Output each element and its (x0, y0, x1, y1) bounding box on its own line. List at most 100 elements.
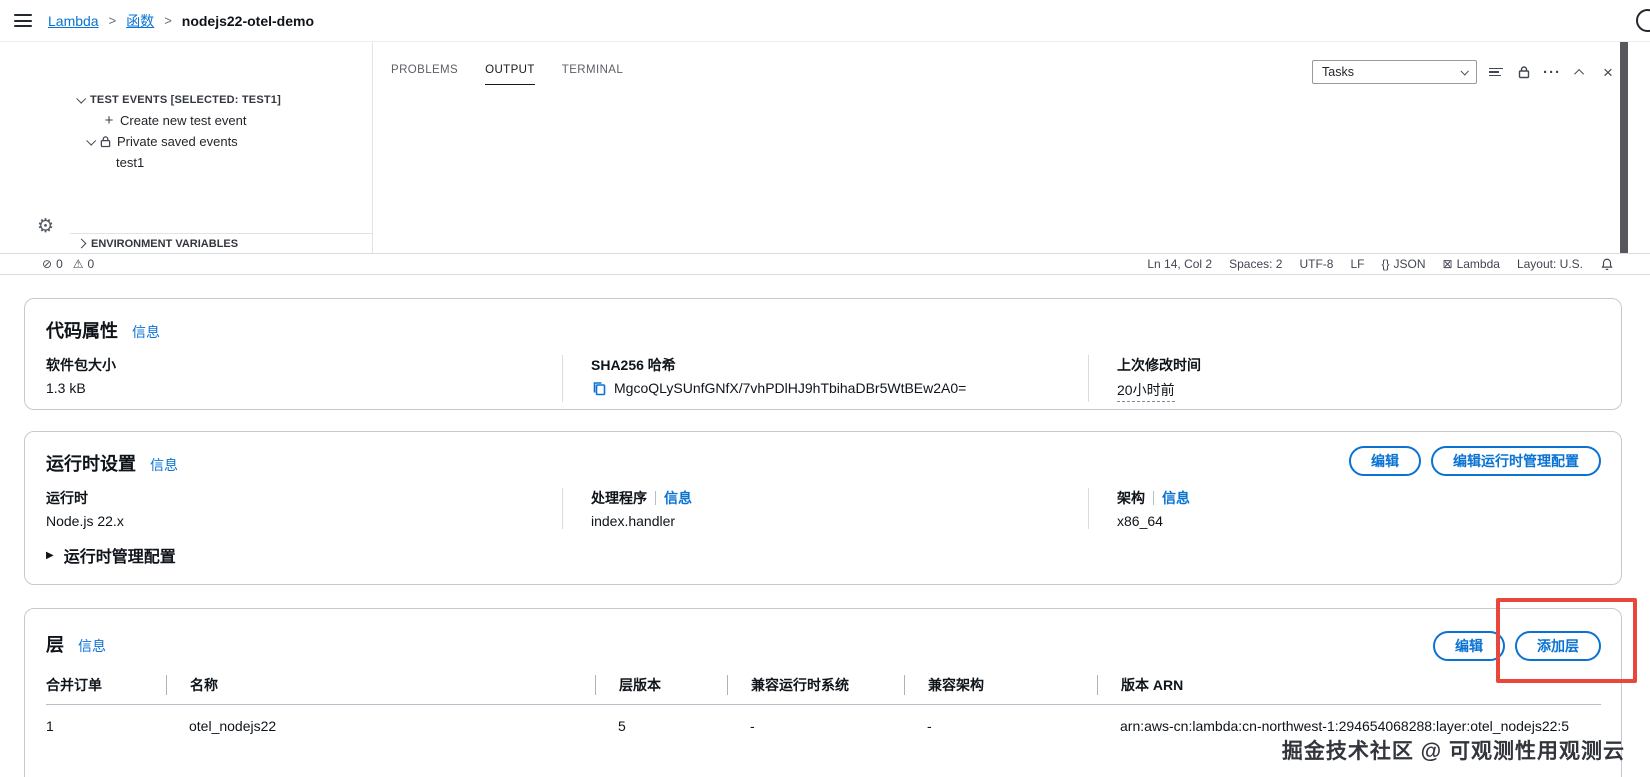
runtime-label: 运行时 (46, 490, 88, 506)
edit-runtime-management-button[interactable]: 编辑运行时管理配置 (1431, 446, 1601, 476)
code-properties-title: 代码属性 (46, 321, 118, 341)
test1-label: test1 (116, 155, 145, 170)
environment-variables-label: ENVIRONMENT VARIABLES (91, 237, 239, 250)
lambda-extension-status[interactable]: ⊠ Lambda (1443, 257, 1500, 271)
layers-table-row: 1 otel_nodejs22 5 - - arn:aws-cn:lambda:… (46, 705, 1601, 734)
panel-tabs: PROBLEMS OUTPUT TERMINAL (391, 64, 623, 85)
chevron-right-icon (76, 238, 87, 249)
last-modified-value[interactable]: 20小时前 (1117, 380, 1175, 402)
sha256-field: SHA256 哈希 MgcoQLySUnfGNfX/7vhPDlHJ9hTbih… (562, 355, 1088, 402)
cell-merge-order: 1 (46, 718, 54, 734)
breadcrumb-current-function: nodejs22-otel-demo (181, 12, 315, 29)
encoding-setting[interactable]: UTF-8 (1299, 257, 1333, 271)
tab-terminal[interactable]: TERMINAL (562, 64, 623, 85)
info-link[interactable]: 信息 (132, 322, 160, 342)
problems-summary[interactable]: ⊘ 0 ⚠ 0 (42, 257, 94, 271)
tree-item-create-test-event[interactable]: + Create new test event (70, 110, 372, 131)
tree-section-environment-variables[interactable]: ENVIRONMENT VARIABLES (70, 233, 372, 253)
error-icon: ⊘ (42, 257, 53, 271)
architecture-label: 架构 (1117, 490, 1145, 506)
tree-item-private-saved-events[interactable]: Private saved events (70, 131, 372, 152)
watermark-text: 掘金技术社区 @ 可观测性用观测云 (1281, 740, 1625, 763)
lambda-label: Lambda (1456, 257, 1500, 271)
code-properties-card: 代码属性 信息 软件包大小 1.3 kB SHA256 哈希 MgcoQLySU… (24, 298, 1622, 410)
runtime-settings-title: 运行时设置 (46, 454, 136, 474)
architecture-value: x86_64 (1117, 513, 1163, 529)
maximize-panel-icon[interactable] (1571, 63, 1589, 81)
warning-count: 0 (87, 257, 95, 271)
lambda-box-icon: ⊠ (1442, 257, 1453, 271)
more-actions-icon[interactable]: ··· (1543, 63, 1561, 81)
language-label: JSON (1393, 257, 1426, 271)
cell-layer-version: 5 (618, 718, 626, 734)
settings-gear-icon[interactable]: ⚙ (37, 217, 54, 236)
warning-icon: ⚠ (72, 257, 84, 271)
last-modified-label: 上次修改时间 (1117, 357, 1201, 373)
label-divider (1153, 491, 1154, 505)
copy-icon[interactable] (591, 380, 607, 396)
col-version-arn: 版本 ARN (1097, 675, 1601, 695)
expander-triangle-icon: ▶ (46, 549, 54, 561)
private-saved-events-label: Private saved events (117, 134, 238, 149)
breadcrumb-functions-link[interactable]: 函数 (126, 11, 154, 31)
cell-version-arn[interactable]: arn:aws-cn:lambda:cn-northwest-1:2946540… (1120, 718, 1570, 734)
eol-setting[interactable]: LF (1350, 257, 1364, 271)
notifications-bell-icon[interactable] (1600, 257, 1614, 272)
label-divider (655, 491, 656, 505)
package-size-value: 1.3 kB (46, 380, 86, 396)
lock-scroll-icon[interactable] (1515, 63, 1533, 81)
layers-title: 层 (46, 635, 64, 655)
editor-scrollbar[interactable] (1620, 42, 1628, 253)
tab-output[interactable]: OUTPUT (485, 64, 535, 85)
tree-section-test-events[interactable]: TEST EVENTS [SELECTED: TEST1] (70, 89, 372, 110)
breadcrumb: Lambda > 函数 > nodejs22-otel-demo (48, 11, 314, 31)
tab-problems[interactable]: PROBLEMS (391, 64, 458, 85)
chevron-down-icon (86, 135, 97, 146)
info-link[interactable]: 信息 (150, 455, 178, 475)
layers-table-header: 合并订单 名称 层版本 兼容运行时系统 兼容架构 版本 ARN (46, 675, 1601, 705)
runtime-management-expander-label: 运行时管理配置 (63, 549, 176, 566)
col-compatible-architectures: 兼容架构 (904, 675, 1097, 695)
help-icon[interactable] (1636, 9, 1650, 32)
code-editor-panel: TEST EVENTS [SELECTED: TEST1] + Create n… (0, 42, 1650, 275)
lambda-console-page: Lambda > 函数 > nodejs22-otel-demo TEST EV… (0, 0, 1650, 777)
test-events-tree: TEST EVENTS [SELECTED: TEST1] + Create n… (70, 42, 373, 253)
layers-table: 合并订单 名称 层版本 兼容运行时系统 兼容架构 版本 ARN 1 otel_n… (46, 675, 1601, 734)
menu-icon[interactable] (14, 14, 32, 27)
tree-item-test1[interactable]: test1 (70, 152, 372, 173)
plus-icon: + (104, 112, 114, 129)
panel-controls: Tasks ··· × (1312, 60, 1617, 84)
last-modified-field: 上次修改时间 20小时前 (1088, 355, 1621, 402)
keyboard-layout[interactable]: Layout: U.S. (1517, 257, 1583, 271)
close-panel-icon[interactable]: × (1599, 63, 1617, 81)
breadcrumb-lambda-link[interactable]: Lambda (48, 13, 99, 29)
breadcrumb-separator: > (108, 13, 117, 28)
add-layer-button[interactable]: 添加层 (1515, 631, 1601, 661)
breadcrumb-separator: > (164, 13, 172, 28)
sha256-label: SHA256 哈希 (591, 357, 676, 373)
braces-icon: {} (1381, 257, 1390, 271)
info-link[interactable]: 信息 (664, 488, 692, 508)
runtime-field: 运行时 Node.js 22.x (25, 488, 562, 529)
info-link[interactable]: 信息 (78, 636, 106, 656)
indentation-setting[interactable]: Spaces: 2 (1229, 257, 1282, 271)
info-link[interactable]: 信息 (1162, 488, 1190, 508)
edit-layers-button[interactable]: 编辑 (1433, 631, 1505, 661)
status-bar-right: Ln 14, Col 2 Spaces: 2 UTF-8 LF {} JSON … (1147, 257, 1614, 272)
tasks-dropdown[interactable]: Tasks (1312, 60, 1477, 84)
lock-icon (100, 136, 111, 148)
cursor-position[interactable]: Ln 14, Col 2 (1147, 257, 1212, 271)
handler-value: index.handler (591, 513, 676, 529)
editor-status-bar: ⊘ 0 ⚠ 0 Ln 14, Col 2 Spaces: 2 UTF-8 LF … (0, 253, 1650, 275)
cell-name: otel_nodejs22 (189, 718, 277, 734)
col-merge-order: 合并订单 (46, 677, 102, 693)
chevron-down-icon (76, 93, 87, 104)
output-options-icon[interactable] (1487, 63, 1505, 81)
architecture-field: 架构 信息 x86_64 (1088, 488, 1621, 529)
edit-runtime-button[interactable]: 编辑 (1349, 446, 1421, 476)
package-size-label: 软件包大小 (46, 357, 116, 373)
col-layer-version: 层版本 (595, 675, 727, 695)
col-compatible-runtimes: 兼容运行时系统 (727, 675, 904, 695)
runtime-management-expander[interactable]: ▶ 运行时管理配置 (46, 543, 1621, 567)
language-mode[interactable]: {} JSON (1381, 257, 1425, 271)
